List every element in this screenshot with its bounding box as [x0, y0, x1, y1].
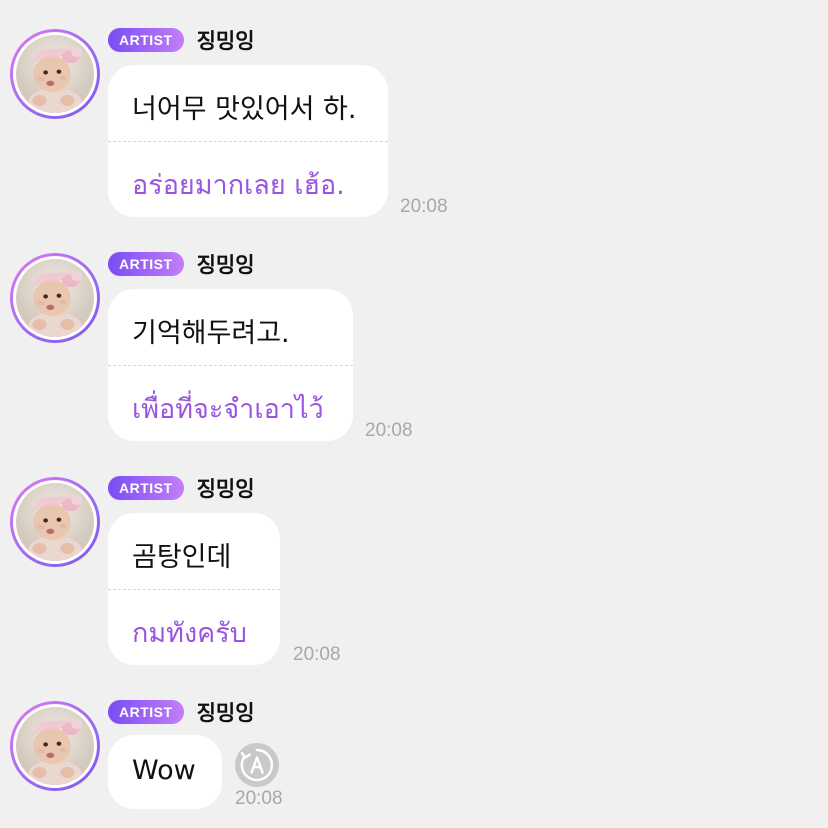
message-timestamp: 20:08 [235, 788, 283, 809]
avatar-frame [13, 32, 97, 116]
message-bubble[interactable]: Wow [108, 735, 222, 809]
translate-button[interactable] [235, 743, 279, 787]
avatar[interactable] [10, 29, 100, 119]
original-text: 너어무 맛있어서 하. [132, 94, 357, 125]
avatar-frame [13, 704, 97, 788]
original-text: Wow [132, 755, 196, 786]
translated-text: กมทังครับ [132, 618, 247, 649]
message-timestamp: 20:08 [400, 196, 448, 217]
avatar-photo [16, 259, 94, 337]
sender-name[interactable]: 징밍잉 [197, 25, 255, 55]
artist-badge: ARTIST [108, 700, 184, 724]
avatar-photo [16, 707, 94, 785]
sender-name[interactable]: 징밍잉 [197, 249, 255, 279]
message-timestamp: 20:08 [365, 420, 413, 441]
translated-text: เพื่อที่จะจำเอาไว้ [132, 394, 324, 425]
original-text: 기억해두려고. [132, 318, 290, 349]
translation-divider [108, 365, 353, 366]
avatar-photo [16, 35, 94, 113]
translation-divider [108, 141, 388, 142]
avatar[interactable] [10, 253, 100, 343]
message-bubble[interactable]: 곰탕인데 กมทังครับ [108, 513, 280, 665]
artist-badge: ARTIST [108, 28, 184, 52]
translation-divider [108, 589, 280, 590]
translated-text: อร่อยมากเลย เฮ้อ. [132, 170, 345, 201]
avatar[interactable] [10, 701, 100, 791]
message-header: ARTIST 징밍잉 [108, 251, 255, 277]
avatar-photo [16, 483, 94, 561]
sender-name[interactable]: 징밍잉 [197, 473, 255, 503]
message-timestamp: 20:08 [293, 644, 341, 665]
message-bubble[interactable]: 기억해두려고. เพื่อที่จะจำเอาไว้ [108, 289, 353, 441]
message-header: ARTIST 징밍잉 [108, 475, 255, 501]
original-text: 곰탕인데 [132, 542, 232, 573]
message-bubble[interactable]: 너어무 맛있어서 하. อร่อยมากเลย เฮ้อ. [108, 65, 388, 217]
sender-name[interactable]: 징밍잉 [197, 697, 255, 727]
avatar-frame [13, 256, 97, 340]
avatar[interactable] [10, 477, 100, 567]
translate-icon [240, 748, 274, 782]
artist-badge: ARTIST [108, 252, 184, 276]
message-header: ARTIST 징밍잉 [108, 699, 255, 725]
avatar-frame [13, 480, 97, 564]
artist-badge: ARTIST [108, 476, 184, 500]
message-header: ARTIST 징밍잉 [108, 27, 255, 53]
